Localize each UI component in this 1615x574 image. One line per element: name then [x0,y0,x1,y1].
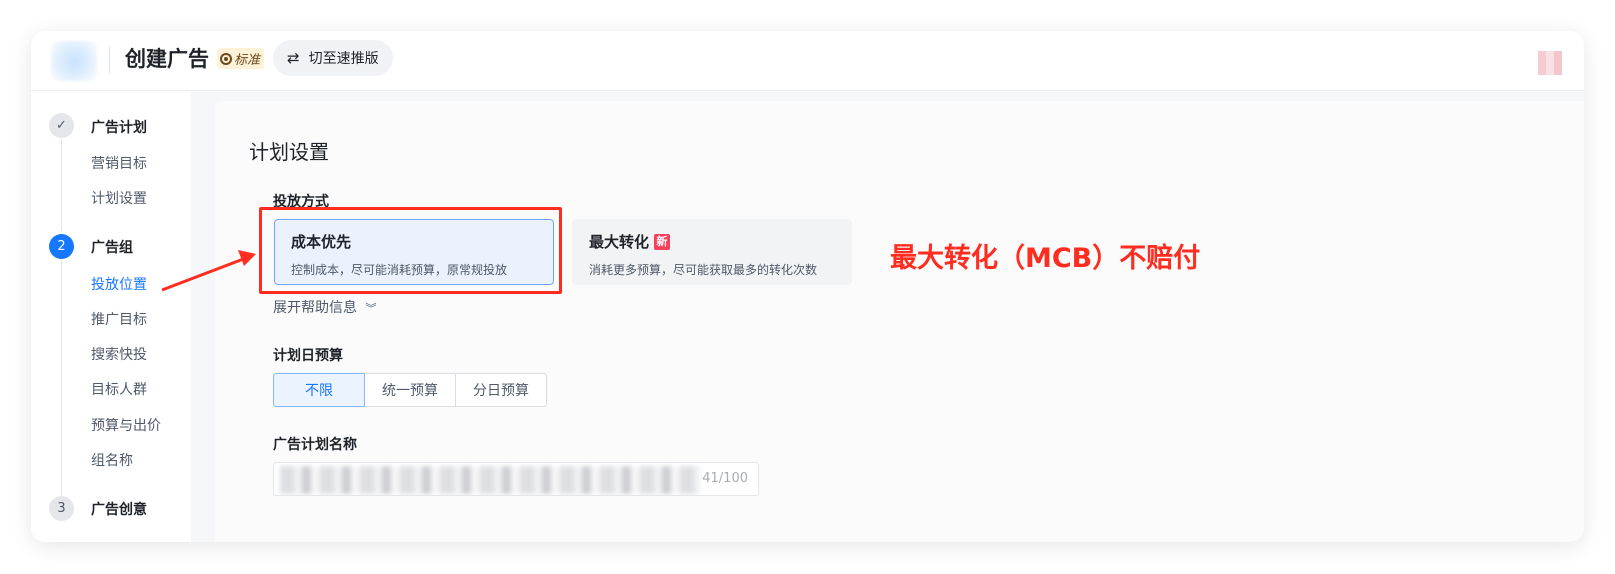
expand-help-label: 展开帮助信息 [273,300,357,316]
top-header: 创建广告 标准 ⇄ 切至速推版 [31,31,1584,91]
mode-option-desc: 消耗更多预算，尽可能获取最多的转化次数 [589,263,818,277]
mode-option-title: 成本优先 [291,233,352,251]
step-1-indicator: ✓ [49,113,74,138]
step-connector [61,261,62,501]
edition-badge: 标准 [217,48,265,69]
switch-version-label: 切至速推版 [308,51,379,67]
sidebar-item-group-name[interactable]: 组名称 [91,450,133,470]
section-title: 计划设置 [249,140,329,164]
mode-option-title-wrap: 最大转化 新 [589,231,835,252]
step-2-number: 2 [57,239,66,254]
char-count: 41/100 [702,471,748,486]
step-3-indicator: 3 [49,496,74,521]
mode-option-max-conversion[interactable]: 最大转化 新 消耗更多预算，尽可能获取最多的转化次数 [572,219,852,285]
budget-option-unified[interactable]: 统一预算 [364,373,456,407]
mode-option-cost-first[interactable]: 成本优先 控制成本，尽可能消耗预算，原常规投放 [274,219,554,285]
check-icon: ✓ [56,118,67,133]
step-3-number: 3 [57,501,66,516]
sidebar-item-promotion-target[interactable]: 推广目标 [91,309,147,329]
step-1-label[interactable]: 广告计划 [91,117,147,137]
step-2-indicator: 2 [49,234,74,259]
mode-option-title: 最大转化 [589,233,650,251]
brand-logo[interactable] [51,41,97,81]
mode-option-desc: 控制成本，尽可能消耗预算，原常规投放 [291,263,508,277]
switch-version-button[interactable]: ⇄ 切至速推版 [273,40,393,76]
daily-budget-label: 计划日预算 [273,348,343,364]
plan-name-input[interactable]: 41/100 [273,462,759,496]
step-2-label[interactable]: 广告组 [91,237,133,257]
step-sidebar: ✓ 广告计划 营销目标 计划设置 2 广告组 投放位置 推广目标 搜索快投 目标… [31,91,191,542]
budget-option-unlimited[interactable]: 不限 [273,373,365,407]
app-window: 创建广告 标准 ⇄ 切至速推版 ✓ 广告计划 营销目标 计划设置 2 广告组 投… [31,31,1584,542]
edition-icon [220,52,232,65]
sidebar-item-target-audience[interactable]: 目标人群 [91,379,147,399]
page-title: 创建广告 [125,47,209,71]
avatar[interactable] [1538,51,1562,75]
edition-badge-label: 标准 [234,53,261,68]
sidebar-item-search-fast[interactable]: 搜索快投 [91,344,147,364]
sidebar-item-marketing-goal[interactable]: 营销目标 [91,153,147,173]
plan-name-label: 广告计划名称 [273,437,357,453]
daily-budget-segmented: 不限 统一预算 分日预算 [273,373,547,407]
new-badge: 新 [654,233,671,250]
annotation-text: 最大转化（MCB）不赔付 [890,243,1201,274]
expand-help-toggle[interactable]: 展开帮助信息 ︾ [273,297,376,317]
delivery-mode-label: 投放方式 [273,194,329,210]
sidebar-item-plan-settings[interactable]: 计划设置 [91,188,147,208]
double-chevron-down-icon: ︾ [365,302,377,315]
step-3-label[interactable]: 广告创意 [91,499,147,519]
plan-settings-card: 计划设置 投放方式 成本优先 控制成本，尽可能消耗预算，原常规投放 最大转化 新… [215,101,1584,542]
budget-option-daily[interactable]: 分日预算 [455,373,547,407]
sidebar-item-budget-bid[interactable]: 预算与出价 [91,415,161,435]
redacted-plan-name [280,466,700,494]
header-divider [109,47,110,73]
sidebar-item-placement[interactable]: 投放位置 [91,274,147,294]
step-connector [61,139,62,231]
swap-icon: ⇄ [287,49,300,67]
